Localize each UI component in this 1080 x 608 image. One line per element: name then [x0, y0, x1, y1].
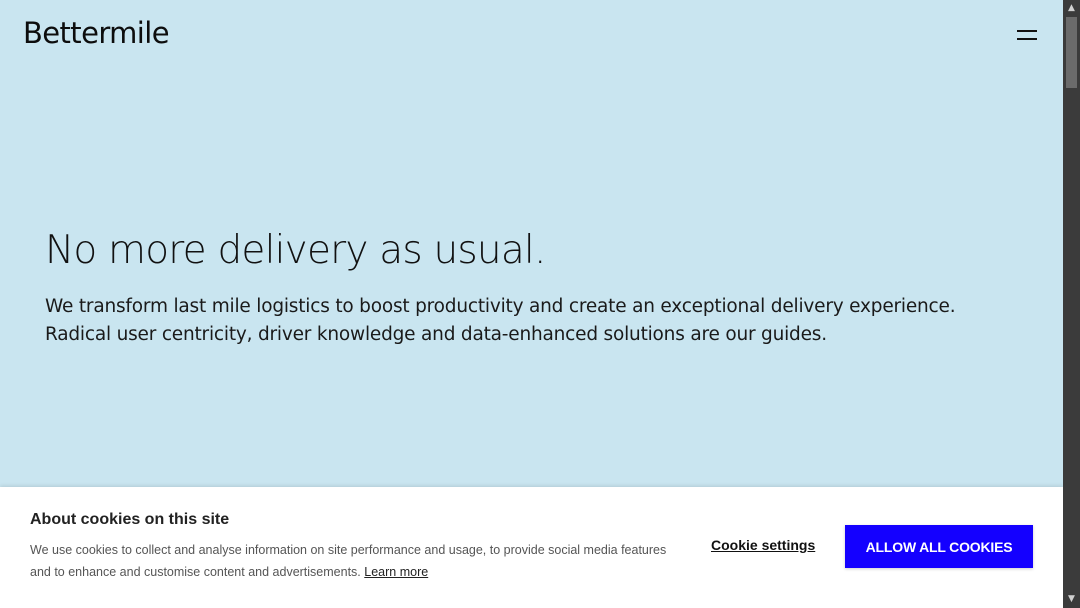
learn-more-link[interactable]: Learn more: [364, 565, 428, 579]
hero-title: No more delivery as usual.: [45, 228, 546, 273]
menu-bar-bottom: [1017, 38, 1037, 40]
vertical-scrollbar[interactable]: ▲ ▼: [1063, 0, 1080, 608]
page: Bettermile No more delivery as usual. We…: [0, 0, 1080, 608]
hero-description: We transform last mile logistics to boos…: [45, 296, 956, 345]
cookie-banner-title: About cookies on this site: [30, 511, 230, 528]
menu-bar-top: [1017, 30, 1037, 32]
hamburger-menu-icon[interactable]: [1013, 22, 1041, 48]
viewport: Bettermile No more delivery as usual. We…: [0, 0, 1063, 608]
allow-all-cookies-button[interactable]: ALLOW ALL COOKIES: [845, 525, 1033, 568]
scroll-up-arrow-icon[interactable]: ▲: [1063, 0, 1080, 17]
cookie-banner-text: We use cookies to collect and analyse in…: [30, 539, 670, 583]
scroll-down-arrow-icon[interactable]: ▼: [1063, 591, 1080, 608]
cookie-settings-link[interactable]: Cookie settings: [711, 537, 815, 553]
cookie-banner-description: We use cookies to collect and analyse in…: [30, 543, 667, 579]
bettermile-logo[interactable]: Bettermile: [23, 14, 170, 52]
cookie-banner: About cookies on this site We use cookie…: [0, 487, 1063, 608]
scroll-thumb[interactable]: [1066, 17, 1077, 88]
